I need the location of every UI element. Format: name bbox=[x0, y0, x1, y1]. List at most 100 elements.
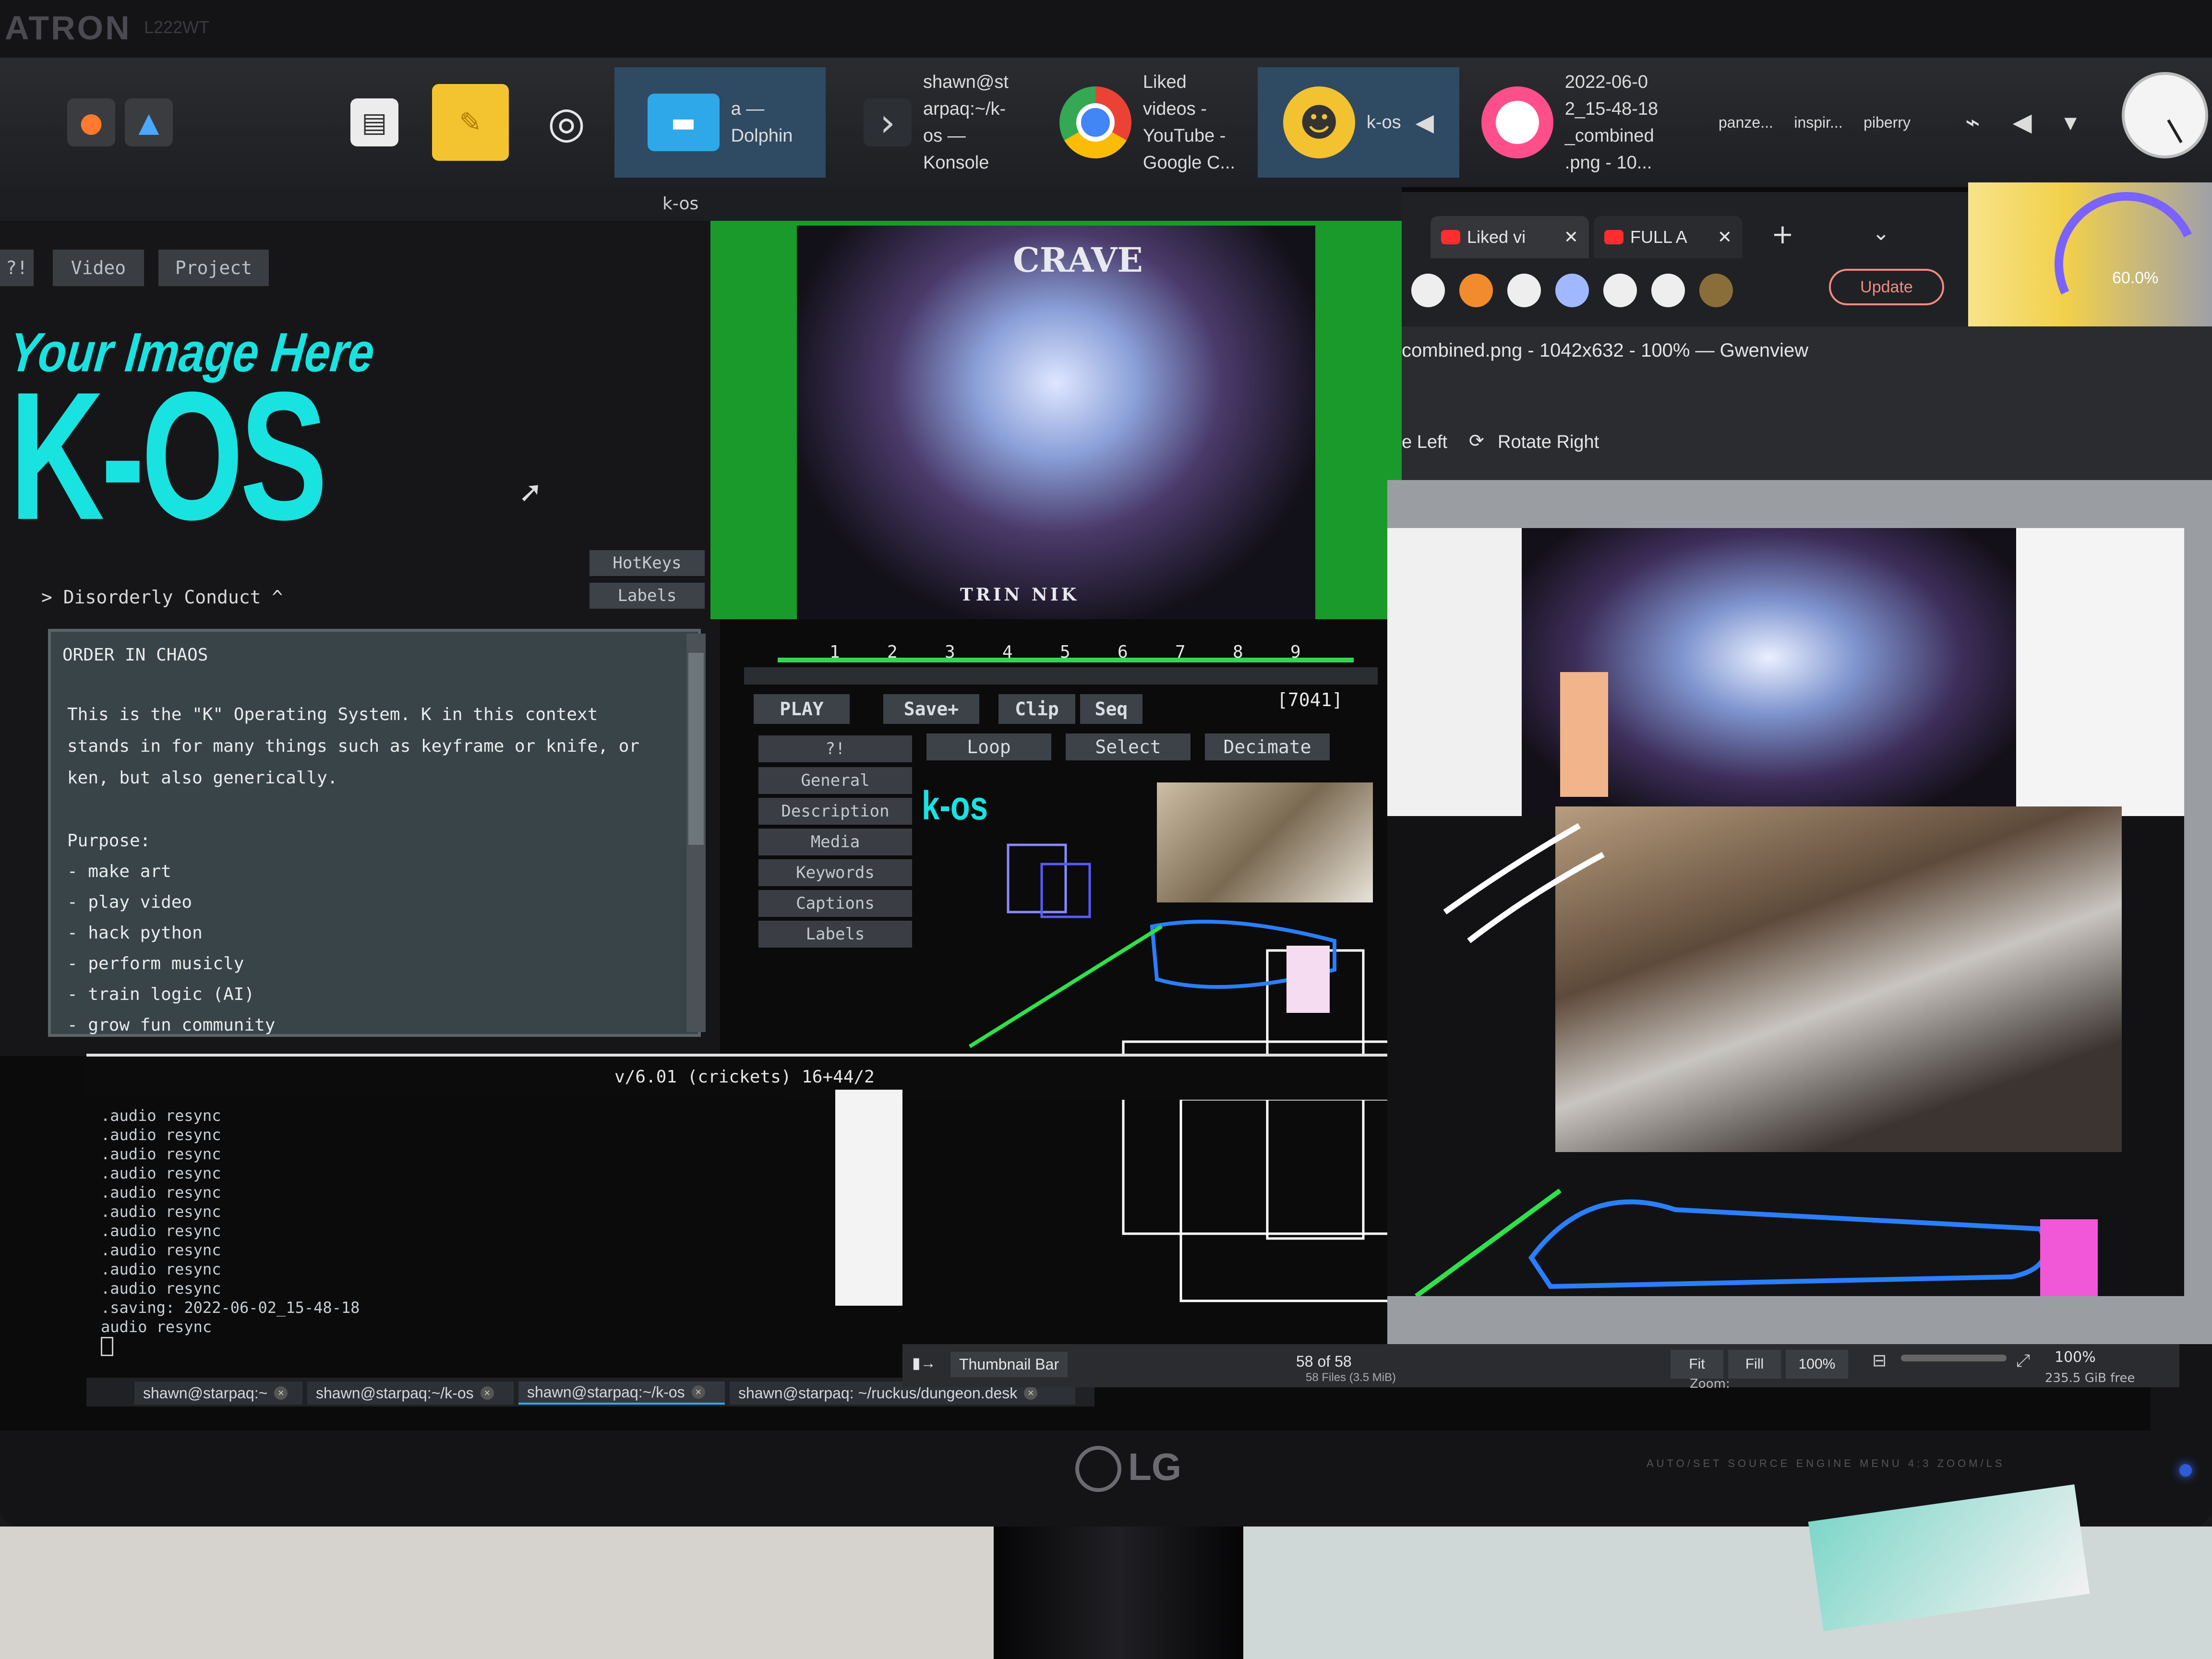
tab-video[interactable]: Video bbox=[53, 250, 144, 286]
extension-icon[interactable] bbox=[1459, 274, 1493, 307]
loop-button[interactable]: Loop bbox=[926, 733, 1051, 760]
extension-icon[interactable] bbox=[1411, 274, 1445, 307]
taskbar-dolphin[interactable]: ▬ a — Dolphin bbox=[614, 67, 826, 178]
volume-icon[interactable]: ◀ bbox=[2013, 108, 2032, 137]
taskbar-gwenview[interactable]: 2022-06-0 2_15-48-18 _combined .png - 10… bbox=[1469, 67, 1671, 178]
info-scroll-thumb[interactable] bbox=[688, 653, 704, 845]
menu-captions[interactable]: Captions bbox=[758, 890, 912, 917]
menu-keywords[interactable]: Keywords bbox=[758, 859, 912, 886]
select-button[interactable]: Select bbox=[1066, 733, 1190, 760]
konsole-tab[interactable]: shawn@starpaq:~ × bbox=[134, 1382, 302, 1405]
tab-help[interactable]: ?! bbox=[0, 250, 34, 286]
close-icon[interactable]: × bbox=[1024, 1386, 1038, 1400]
timeline-marker[interactable]: 3 bbox=[945, 642, 955, 662]
timeline-marker[interactable]: 9 bbox=[1290, 642, 1301, 662]
taskbar-konsole[interactable]: › shawn@st arpaq:~/k- os — Konsole bbox=[835, 67, 1037, 178]
clipboard-icon: ▤ bbox=[350, 98, 398, 146]
rotate-left-button[interactable]: e Left bbox=[1402, 432, 1447, 453]
firefox-icon[interactable]: ● bbox=[67, 98, 115, 146]
overlay-box bbox=[1179, 1098, 1403, 1302]
expand-tray-icon[interactable]: ▾ bbox=[2064, 108, 2077, 137]
zoom-fit-button[interactable]: Fit bbox=[1671, 1350, 1723, 1379]
chrome-tab[interactable]: Liked vi ✕ bbox=[1431, 216, 1589, 258]
timeline-marker[interactable]: 7 bbox=[1175, 642, 1186, 662]
image-strip bbox=[835, 1090, 902, 1306]
menu-media[interactable]: Media bbox=[758, 829, 912, 855]
new-tab-icon[interactable]: + bbox=[1771, 219, 1794, 250]
close-icon[interactable]: × bbox=[480, 1386, 494, 1400]
thumbnail-bar-button[interactable]: Thumbnail Bar bbox=[950, 1352, 1068, 1377]
version-label: v/6.01 (crickets) 16+44/2 bbox=[614, 1067, 875, 1087]
save-plus-button[interactable]: Save+ bbox=[883, 694, 979, 724]
close-icon[interactable]: × bbox=[274, 1386, 288, 1400]
timeline-marker[interactable]: 6 bbox=[1118, 642, 1128, 662]
play-button[interactable]: PLAY bbox=[754, 694, 850, 724]
menu-help[interactable]: ?! bbox=[758, 735, 912, 762]
taskbar-chrome[interactable]: Liked videos - YouTube - Google C... bbox=[1046, 67, 1248, 178]
timeline-marker[interactable]: 5 bbox=[1060, 642, 1070, 662]
extension-icon[interactable] bbox=[1555, 274, 1589, 307]
notes-launcher[interactable]: ▤ bbox=[346, 67, 403, 178]
taskbar-kos[interactable]: ☻ k-os ◀ bbox=[1258, 67, 1459, 178]
extension-icon[interactable] bbox=[1651, 274, 1685, 307]
network-icon[interactable]: ⌁ bbox=[1965, 108, 1980, 137]
zoom-out-icon[interactable]: ⊟ bbox=[1872, 1351, 1887, 1370]
monitor-model: L222WT bbox=[144, 17, 210, 37]
monitor-stand bbox=[994, 1527, 1243, 1659]
close-icon[interactable]: ✕ bbox=[1718, 227, 1732, 247]
overlay-box bbox=[1007, 843, 1067, 914]
kos-titlebar[interactable]: k-os bbox=[0, 187, 1402, 221]
monitor-buttons[interactable]: AUTO/SET SOURCE ENGINE MENU 4:3 ZOOM/LS bbox=[1647, 1457, 2005, 1470]
vlc-icon[interactable]: ▲ bbox=[125, 98, 173, 146]
timeline-scrollbar[interactable] bbox=[744, 667, 1378, 685]
breadcrumb[interactable]: > Disorderly Conduct ^ bbox=[41, 587, 283, 608]
profile-avatar[interactable] bbox=[1699, 274, 1733, 307]
konsole-tab[interactable]: shawn@starpaq:~/k-os × bbox=[518, 1382, 725, 1405]
menu-icon[interactable]: ▮→ bbox=[912, 1354, 936, 1372]
tray-label-2[interactable]: inspir... bbox=[1794, 114, 1842, 132]
power-led-icon[interactable] bbox=[2179, 1464, 2192, 1477]
konsole-tab[interactable]: shawn@starpaq:~/k-os × bbox=[307, 1382, 514, 1405]
console-line: .audio resync bbox=[101, 1279, 221, 1298]
hotkeys-button[interactable]: HotKeys bbox=[589, 550, 705, 576]
rotate-right-button[interactable]: Rotate Right bbox=[1498, 432, 1599, 453]
tab-project[interactable]: Project bbox=[158, 250, 269, 286]
close-icon[interactable]: ✕ bbox=[1564, 227, 1578, 247]
menu-general[interactable]: General bbox=[758, 767, 912, 794]
zoom-100-button[interactable]: 100% bbox=[1786, 1350, 1848, 1379]
decimate-button[interactable]: Decimate bbox=[1205, 733, 1330, 760]
kos-logo: K-OS bbox=[10, 354, 327, 558]
analog-clock-icon[interactable] bbox=[2122, 72, 2208, 158]
speaker-icon: ◀ bbox=[1415, 109, 1434, 136]
chevron-down-icon[interactable]: ⌄ bbox=[1872, 221, 1890, 245]
timeline-marker[interactable]: 2 bbox=[887, 642, 898, 662]
timeline-marker[interactable]: 4 bbox=[1002, 642, 1013, 662]
extension-icon[interactable] bbox=[1603, 274, 1637, 307]
timeline-marker[interactable]: 1 bbox=[830, 642, 840, 662]
zoom-fill-button[interactable]: Fill bbox=[1728, 1350, 1781, 1379]
zoom-value[interactable]: 100% bbox=[2055, 1349, 2096, 1366]
console-line: .audio resync bbox=[101, 1241, 221, 1259]
console-line: .audio resync bbox=[101, 1260, 221, 1278]
chrome-tab[interactable]: FULL A ✕ bbox=[1594, 216, 1743, 258]
purpose-item: - grow fun community bbox=[67, 1015, 276, 1035]
gwenview-titlebar[interactable]: combined.png - 1042x632 - 100% — Gwenvie… bbox=[1402, 326, 2212, 374]
zoom-slider[interactable] bbox=[1901, 1355, 2007, 1361]
close-icon[interactable]: × bbox=[691, 1385, 705, 1399]
tray-label-3[interactable]: piberry bbox=[1863, 114, 1911, 132]
menu-labels[interactable]: Labels bbox=[758, 921, 912, 948]
extension-icon[interactable] bbox=[1507, 274, 1541, 307]
menu-description[interactable]: Description bbox=[758, 798, 912, 825]
marker-launcher[interactable]: ✎ bbox=[432, 67, 509, 178]
tray-label-1[interactable]: panze... bbox=[1719, 114, 1773, 132]
clip-button[interactable]: Clip bbox=[998, 694, 1075, 724]
konsole-output[interactable]: .audio resync .audio resync .audio resyn… bbox=[86, 1097, 787, 1380]
labels-button[interactable]: Labels bbox=[589, 583, 705, 609]
pinned-launchers[interactable]: ● ▲ bbox=[19, 67, 221, 178]
timeline-marker[interactable]: 8 bbox=[1233, 642, 1243, 662]
seq-button[interactable]: Seq bbox=[1080, 694, 1142, 724]
zoom-in-icon[interactable]: ⤢ bbox=[2016, 1351, 2030, 1371]
update-button[interactable]: Update bbox=[1829, 269, 1944, 305]
green-line bbox=[1415, 1188, 1562, 1296]
obs-launcher[interactable]: ◎ bbox=[533, 67, 600, 178]
